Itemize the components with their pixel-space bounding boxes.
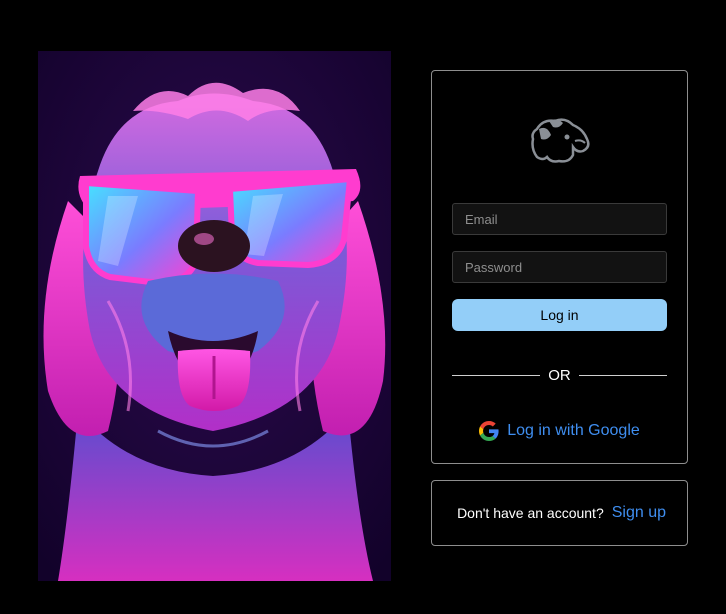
google-login-link[interactable]: Log in with Google: [432, 421, 687, 441]
or-divider: OR: [452, 367, 667, 385]
login-button[interactable]: Log in: [452, 299, 667, 331]
hero-illustration: [38, 51, 391, 581]
signup-card: Don't have an account? Sign up: [431, 480, 688, 546]
google-icon: [479, 421, 499, 441]
dog-head-icon: [531, 118, 590, 163]
email-field[interactable]: [452, 203, 667, 235]
password-field[interactable]: [452, 251, 667, 283]
google-login-label[interactable]: Log in with Google: [507, 422, 640, 440]
divider-line-right: [579, 375, 667, 376]
signup-question: Don't have an account?: [457, 505, 604, 521]
dog-illustration: [38, 51, 391, 581]
signup-link[interactable]: Sign up: [612, 504, 666, 522]
login-card: Log in OR Log in with Google: [431, 70, 688, 464]
divider-text: OR: [548, 367, 571, 384]
